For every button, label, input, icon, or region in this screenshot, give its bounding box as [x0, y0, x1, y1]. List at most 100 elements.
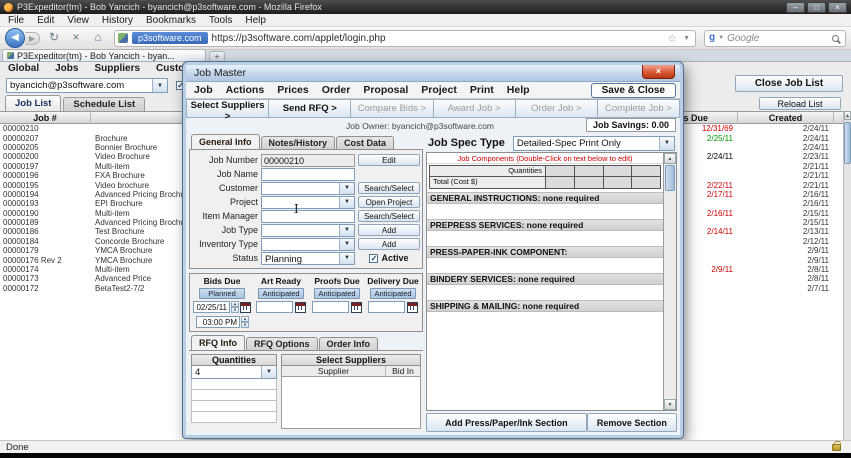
search-icon[interactable]	[832, 34, 839, 42]
workflow-button[interactable]: Complete Job >	[597, 99, 681, 118]
workflow-button[interactable]: Award Job >	[433, 99, 516, 118]
active-checkbox[interactable]: ✓	[369, 253, 379, 263]
spec-section-body[interactable]	[427, 312, 663, 327]
job-list-scrollbar[interactable]: ▲	[843, 111, 851, 440]
app-tab[interactable]: Schedule List	[63, 97, 146, 111]
rfq-tab[interactable]: RFQ Info	[191, 335, 245, 350]
date-state-button[interactable]: Planned	[199, 288, 245, 299]
chevron-down-icon[interactable]: ▼	[659, 136, 674, 150]
url-dropdown-icon[interactable]: ▼	[681, 35, 692, 42]
workflow-button[interactable]: Compare Bids >	[351, 99, 434, 118]
info-tab[interactable]: General Info	[191, 134, 260, 149]
minimize-button[interactable]: –	[786, 1, 805, 13]
chevron-down-icon[interactable]: ▼	[339, 252, 354, 264]
browser-menu-item[interactable]: Tools	[209, 15, 232, 26]
spec-section-header[interactable]: BINDERY SERVICES: none required	[427, 273, 663, 285]
dialog-titlebar[interactable]: Job Master ×	[186, 65, 680, 82]
dialog-menu-item[interactable]: Order	[322, 84, 351, 96]
dialog-menu-item[interactable]: Proposal	[363, 84, 408, 96]
dialog-menu-item[interactable]: Project	[421, 84, 457, 96]
job-number-header[interactable]: Job #	[0, 112, 91, 124]
spec-section-header[interactable]: PREPRESS SERVICES: none required	[427, 219, 663, 231]
scroll-down-icon[interactable]: ▼	[664, 399, 676, 410]
spec-section-body[interactable]	[427, 231, 663, 246]
browser-tab[interactable]: P3Expeditor(tm) - Bob Yancich - byan...	[2, 49, 206, 61]
rfq-tab[interactable]: RFQ Options	[246, 337, 318, 350]
quantity-row[interactable]	[191, 390, 277, 401]
spec-section-header[interactable]: PRESS-PAPER-INK COMPONENT:	[427, 246, 663, 258]
close-job-list-button[interactable]: Close Job List	[735, 75, 843, 92]
dialog-close-button[interactable]: ×	[642, 65, 675, 79]
url-text[interactable]: https://p3software.com/applet/login.php	[212, 33, 664, 44]
total-cell[interactable]	[574, 177, 604, 188]
quantity-row[interactable]	[191, 412, 277, 423]
total-cell[interactable]	[603, 177, 633, 188]
spec-section-header[interactable]: GENERAL INSTRUCTIONS: none required	[427, 192, 663, 204]
chevron-down-icon[interactable]: ▼	[339, 196, 354, 208]
dialog-menu-item[interactable]: Prices	[277, 84, 309, 96]
calendar-icon[interactable]	[240, 301, 251, 313]
quantities-combo[interactable]: 4 ▼	[191, 366, 277, 379]
save-close-button[interactable]: Save & Close	[590, 83, 676, 98]
reload-list-button[interactable]: Reload List	[759, 97, 841, 110]
app-menu-item[interactable]: Global	[8, 63, 39, 76]
calendar-icon[interactable]	[351, 301, 362, 313]
search-box[interactable]: g ▼ Google	[704, 29, 846, 47]
quantity-cell[interactable]	[603, 166, 633, 176]
status-combo[interactable]: Planning ▼	[261, 251, 355, 265]
dialog-menu-item[interactable]: Print	[470, 84, 494, 96]
edit-button[interactable]: Edit	[358, 154, 420, 166]
forward-button[interactable]: ▶	[25, 31, 40, 45]
browser-menu-item[interactable]: Help	[245, 15, 266, 26]
info-tab[interactable]: Notes/History	[260, 136, 336, 149]
item-manager-field[interactable]	[261, 209, 355, 223]
stop-button[interactable]: ×	[68, 30, 84, 46]
quantity-row[interactable]	[191, 401, 277, 412]
total-cell[interactable]	[546, 177, 575, 188]
date-field[interactable]	[256, 301, 293, 313]
browser-menu-item[interactable]: History	[102, 15, 133, 26]
info-tab[interactable]: Cost Data	[336, 136, 395, 149]
scroll-up-icon[interactable]: ▲	[664, 153, 676, 164]
add-press-paper-ink-section-button[interactable]: Add Press/Paper/Ink Section	[426, 413, 587, 432]
scroll-up-icon[interactable]: ▲	[844, 111, 851, 120]
quantity-cell[interactable]	[574, 166, 604, 176]
browser-menu-item[interactable]: View	[67, 15, 89, 26]
bid-in-column-header[interactable]: Bid In	[386, 366, 420, 376]
spec-section-body[interactable]	[427, 258, 663, 273]
time-spinner[interactable]: ▲ ▼	[241, 316, 249, 328]
inventory-type-combo[interactable]: ▼	[261, 237, 355, 251]
spec-section-body[interactable]	[427, 204, 663, 219]
date-field[interactable]	[312, 301, 349, 313]
date-state-button[interactable]: Anticipated	[258, 288, 304, 299]
calendar-icon[interactable]	[407, 301, 418, 313]
home-button[interactable]: ⌂	[90, 30, 106, 46]
customer-combo[interactable]: ▼	[261, 181, 355, 195]
time-field[interactable]: 03:00 PM	[196, 316, 240, 328]
job-type-add-button[interactable]: Add	[358, 224, 420, 236]
workflow-button[interactable]: Send RFQ >	[269, 99, 352, 118]
suppliers-list[interactable]	[281, 377, 421, 429]
date-field[interactable]: 02/25/11	[193, 301, 230, 313]
chevron-down-icon[interactable]: ▼	[261, 366, 276, 378]
quantity-row[interactable]	[191, 379, 277, 390]
remove-section-button[interactable]: Remove Section	[586, 413, 677, 432]
date-field[interactable]	[368, 301, 405, 313]
scrollbar-thumb[interactable]	[665, 165, 675, 191]
components-scrollbar[interactable]: ▲ ▼	[663, 153, 676, 410]
refresh-button[interactable]: ↻	[46, 30, 62, 46]
quantity-cell[interactable]	[546, 166, 575, 176]
calendar-icon[interactable]	[295, 301, 306, 313]
supplier-column-header[interactable]: Supplier	[282, 366, 386, 376]
scrollbar-thumb[interactable]	[844, 122, 851, 164]
search-engine-dropdown-icon[interactable]: ▼	[718, 35, 724, 41]
project-combo[interactable]: ▼	[261, 195, 355, 209]
job-name-field[interactable]	[261, 167, 355, 181]
workflow-button[interactable]: Select Suppliers >	[186, 99, 270, 122]
job-spec-type-combo[interactable]: Detailed-Spec Print Only ▼	[512, 135, 675, 151]
total-cell[interactable]	[632, 177, 660, 188]
chevron-down-icon[interactable]: ▼	[339, 182, 354, 194]
maximize-button[interactable]: □	[807, 1, 826, 13]
new-tab-button[interactable]: +	[209, 51, 225, 61]
chevron-down-icon[interactable]: ▼	[152, 79, 167, 92]
